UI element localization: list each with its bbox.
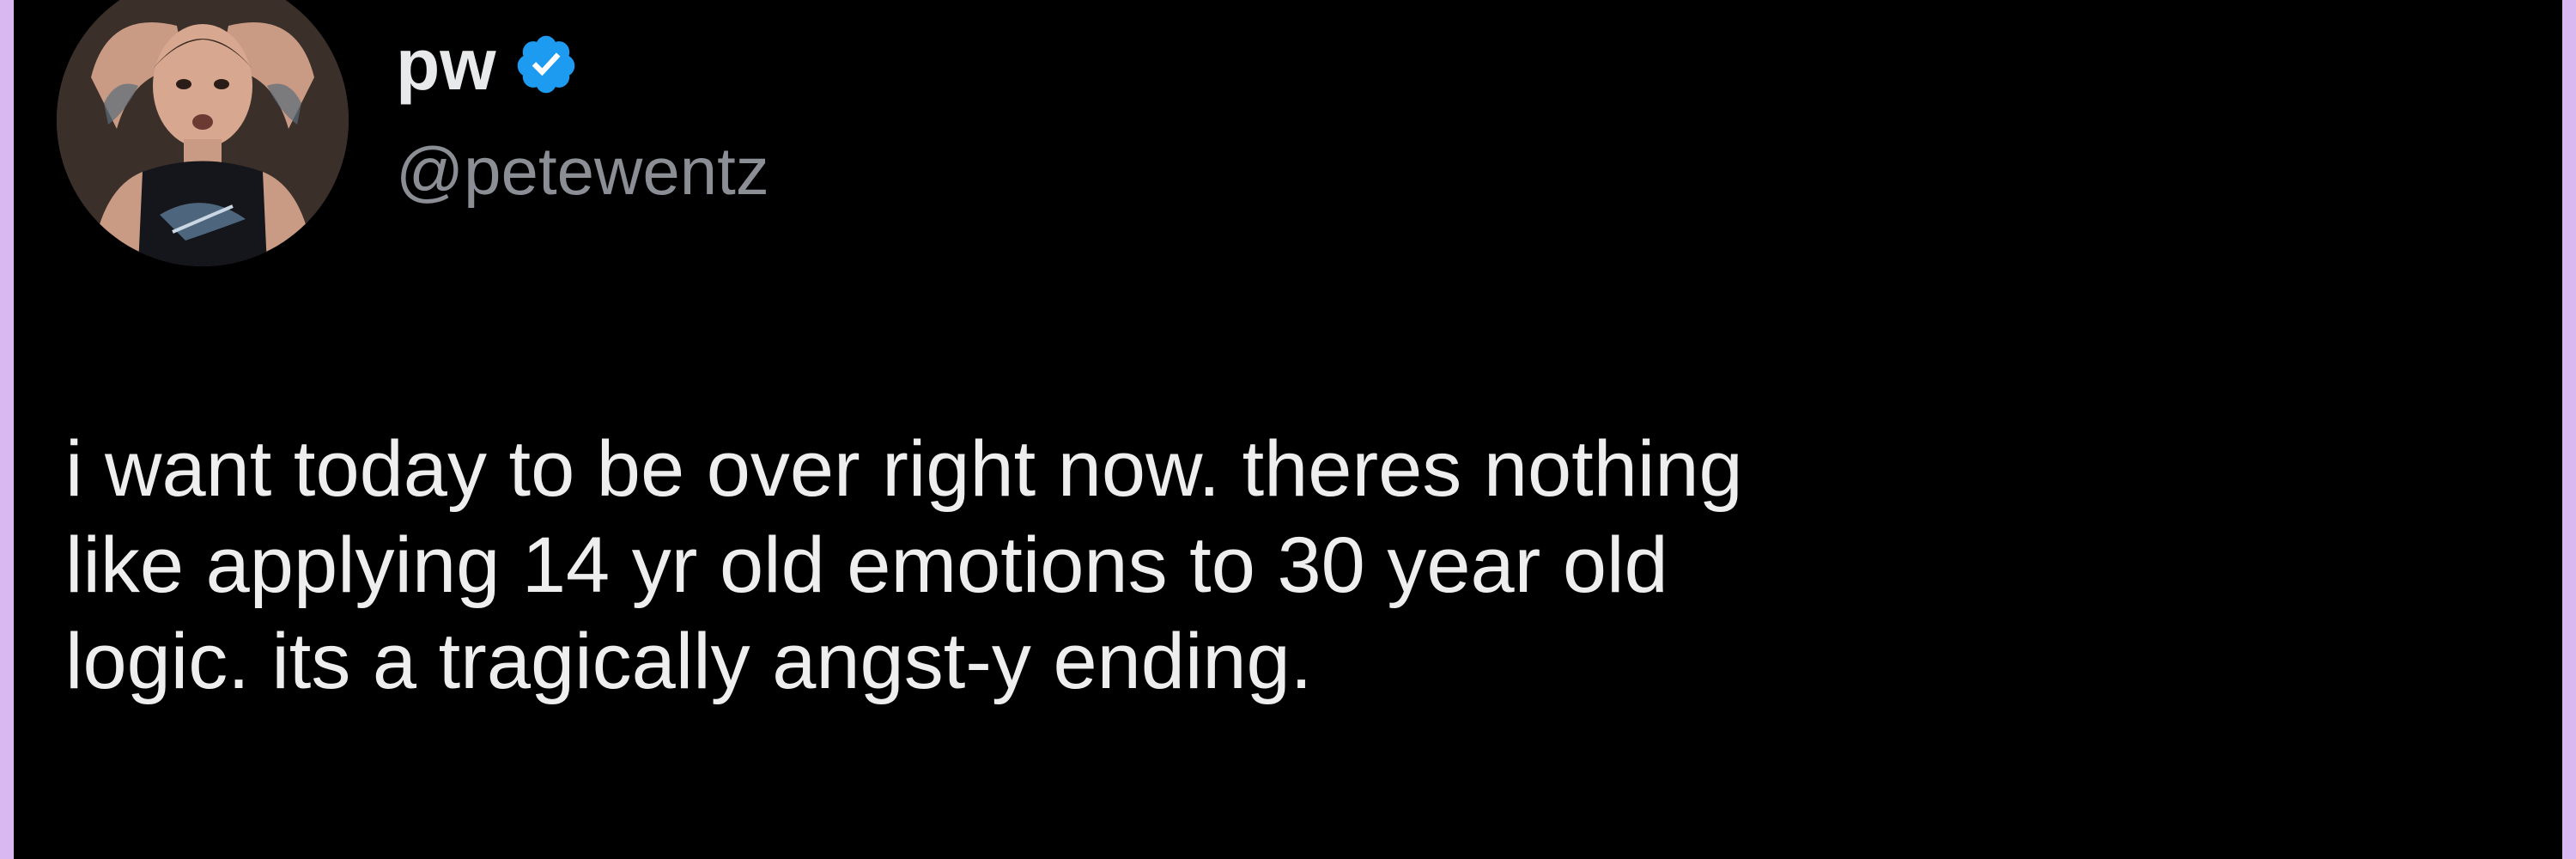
frame-border-right [2562,0,2576,859]
tweet-card: pw @petewentz i want today to be over ri… [14,0,2562,859]
author-name-row: pw [396,17,579,112]
tweet-text-line: i want today to be over right now. there… [65,425,1743,513]
tweet-text-line: logic. its a tragically angst-y ending. [65,618,1313,705]
screenshot-frame: pw @petewentz i want today to be over ri… [0,0,2576,859]
frame-border-left [0,0,14,859]
profile-avatar[interactable] [57,0,349,266]
avatar-image [57,0,349,266]
tweet-body: i want today to be over right now. there… [65,421,2487,710]
author-handle[interactable]: @petewentz [396,137,769,204]
display-name[interactable]: pw [396,28,496,101]
tweet-text-line: like applying 14 yr old emotions to 30 y… [65,521,1668,609]
verified-badge-icon [513,32,579,97]
